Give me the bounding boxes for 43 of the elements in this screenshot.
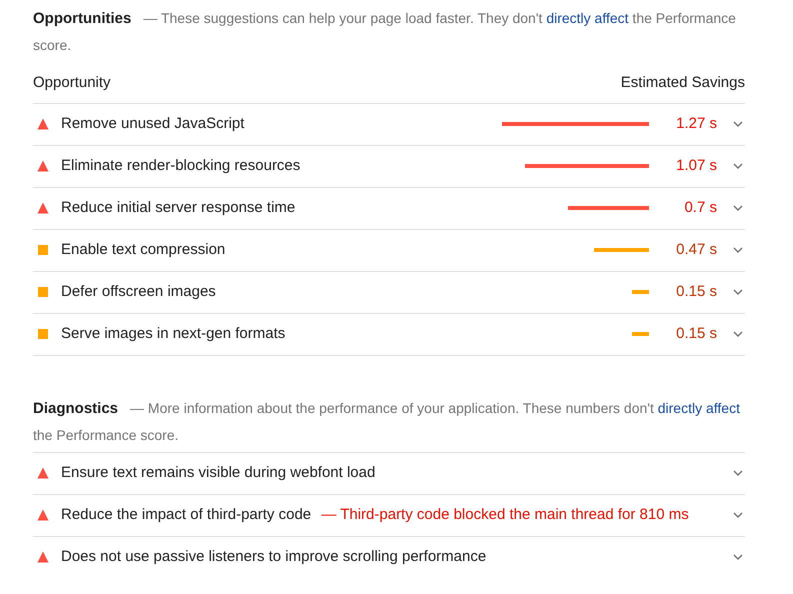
- savings-value: 0.15 s: [675, 324, 717, 344]
- audit-title: Enable text compression: [61, 241, 226, 258]
- savings-value: 0.47 s: [675, 240, 717, 260]
- chevron-down-icon[interactable]: [733, 121, 743, 127]
- chevron-down-icon[interactable]: [733, 554, 743, 560]
- audit-title: Serve images in next-gen formats: [61, 325, 286, 342]
- section-description: Diagnostics — More information about the performance of your application. These numbers don't directly affect the Performance score.: [33, 398, 741, 444]
- savings-bar: [632, 290, 649, 294]
- audit-title: Reduce the impact of third-party code: [61, 506, 312, 523]
- column-header: Estimated Savings: [620, 73, 745, 93]
- savings-value: 0.15 s: [675, 282, 717, 302]
- chevron-down-icon[interactable]: [733, 289, 743, 295]
- audit-row[interactable]: Ensure text remains visible during webfont load: [33, 452, 745, 494]
- chevron-down-icon[interactable]: [733, 247, 743, 253]
- audit-title: Does not use passive listeners to improve scrolling performance: [61, 548, 486, 565]
- chevron-down-icon[interactable]: [733, 331, 743, 337]
- savings-value: 1.07 s: [675, 156, 717, 176]
- link[interactable]: directly affect: [546, 10, 629, 26]
- audit-title: Eliminate render-blocking resources: [61, 157, 300, 174]
- audit-row[interactable]: Defer offscreen images 0.15 s: [33, 270, 745, 312]
- audit-title: Defer offscreen images: [61, 283, 216, 300]
- audit-row[interactable]: Does not use passive listeners to improve scrolling performance: [33, 536, 745, 578]
- audit-title: Remove unused JavaScript: [61, 115, 244, 132]
- section-description: Opportunities — These suggestions can help your page load faster. They don't directly affect the Performance score.: [33, 9, 737, 55]
- audit-row[interactable]: Remove unused JavaScript 1.27 s: [33, 102, 745, 144]
- audit-row[interactable]: Eliminate render-blocking resources 1.07 s: [33, 144, 745, 186]
- column-header: Opportunity: [33, 73, 111, 93]
- audit-row[interactable]: Enable text compression 0.47 s: [33, 228, 745, 270]
- savings-value: 1.27 s: [675, 114, 717, 134]
- chevron-down-icon[interactable]: [733, 470, 743, 476]
- audit-detail: — Third-party code blocked the main thread for 810 ms: [321, 506, 689, 523]
- savings-bar: [594, 248, 649, 252]
- chevron-down-icon[interactable]: [733, 205, 743, 211]
- audit-title: Ensure text remains visible during webfont load: [61, 464, 376, 481]
- savings-value: 0.7 s: [683, 198, 717, 218]
- savings-bar: [632, 332, 649, 336]
- audit-row[interactable]: Serve images in next-gen formats 0.15 s: [33, 312, 745, 354]
- link[interactable]: directly affect: [658, 400, 740, 416]
- audit-row[interactable]: Reduce the impact of third-party code — Third-party code blocked the main thread for 810 ms: [33, 494, 745, 536]
- chevron-down-icon[interactable]: [733, 512, 743, 518]
- audit-row[interactable]: Reduce initial server response time 0.7 s: [33, 186, 745, 228]
- chevron-down-icon[interactable]: [733, 163, 743, 169]
- audit-title: Reduce initial server response time: [61, 199, 296, 216]
